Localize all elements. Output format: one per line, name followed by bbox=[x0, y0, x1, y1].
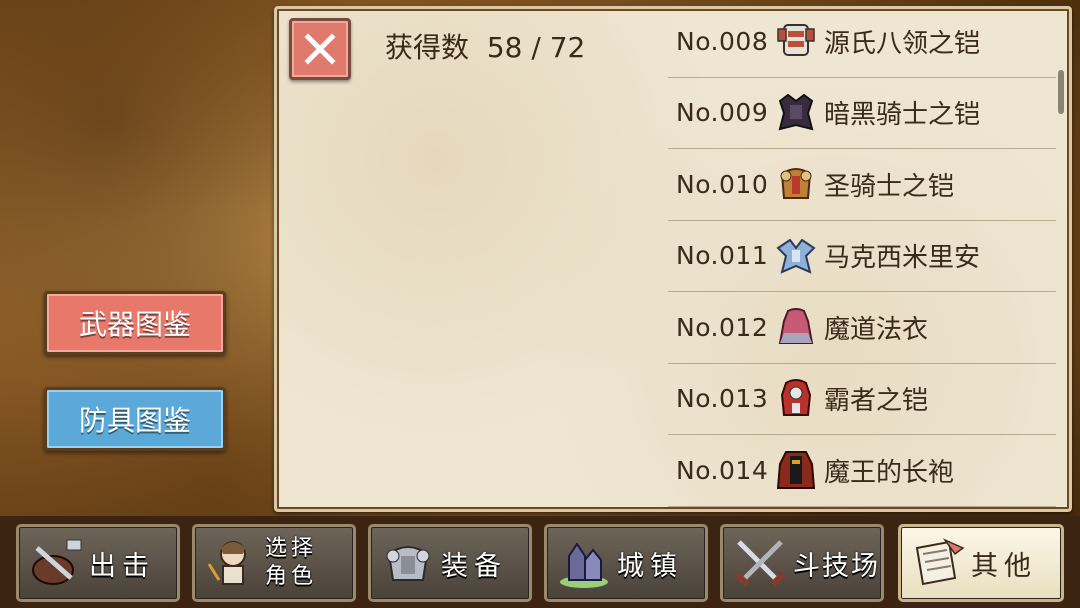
dark-knight-armor-icon bbox=[778, 93, 814, 131]
sortie-icon bbox=[32, 539, 82, 585]
list-item[interactable]: No.013 霸者之铠 bbox=[668, 364, 1056, 435]
acquired-count-label: 获得数 bbox=[385, 31, 470, 64]
character-icon bbox=[207, 541, 246, 585]
item-number: No.011 bbox=[676, 241, 769, 271]
close-button[interactable] bbox=[289, 18, 351, 80]
list-item[interactable]: No.012 魔道法衣 bbox=[668, 292, 1056, 364]
item-name: 霸者之铠 bbox=[824, 386, 929, 417]
item-number: No.010 bbox=[676, 169, 769, 199]
town-icon bbox=[560, 542, 608, 588]
nav-equipment[interactable]: 装备 bbox=[368, 524, 532, 602]
list-item[interactable]: No.014 魔王的长袍 bbox=[668, 435, 1056, 507]
item-number: No.008 bbox=[676, 26, 769, 56]
acquired-count-value: 58 / 72 bbox=[486, 31, 586, 64]
nav-sortie[interactable]: 出击 bbox=[16, 524, 180, 602]
magic-robe-icon bbox=[778, 308, 814, 345]
other-icon bbox=[915, 538, 965, 586]
equipment-icon bbox=[386, 546, 430, 581]
item-number: No.013 bbox=[676, 384, 769, 414]
item-name: 源氏八领之铠 bbox=[824, 28, 981, 59]
nav-label: 斗技场 bbox=[793, 550, 880, 582]
demon-king-robe-icon bbox=[776, 451, 816, 490]
weapon-catalog-button[interactable]: 武器图鉴 bbox=[44, 291, 226, 355]
list-item[interactable]: No.010 圣骑士之铠 bbox=[668, 149, 1056, 221]
item-number: No.009 bbox=[676, 98, 769, 128]
conqueror-armor-icon bbox=[780, 378, 812, 416]
nav-label: 出击 bbox=[89, 550, 155, 582]
nav-label-line2: 角色 bbox=[265, 564, 318, 589]
list-item[interactable]: No.008 源氏八领之铠 bbox=[668, 6, 1056, 78]
list-item[interactable]: No.009 暗黑骑士之铠 bbox=[668, 78, 1056, 149]
nav-other[interactable]: 其他 bbox=[898, 524, 1064, 602]
item-number: No.014 bbox=[676, 455, 769, 485]
nav-label-line1: 选择 bbox=[265, 536, 318, 561]
item-name: 马克西米里安 bbox=[824, 243, 981, 274]
nav-arena[interactable]: 斗技场 bbox=[720, 524, 884, 602]
item-name: 暗黑骑士之铠 bbox=[824, 100, 981, 131]
list-item[interactable]: No.011 马克西米里安 bbox=[668, 221, 1056, 292]
nav-label: 其他 bbox=[971, 550, 1037, 582]
list-scrollbar[interactable] bbox=[1058, 70, 1064, 114]
item-name: 魔王的长袍 bbox=[824, 457, 955, 488]
nav-character-select[interactable]: 选择 角色 bbox=[192, 524, 356, 602]
acquired-count: 获得数 58 / 72 bbox=[385, 26, 585, 66]
close-icon bbox=[304, 33, 336, 65]
arena-icon bbox=[734, 540, 786, 587]
item-number: No.012 bbox=[676, 312, 769, 342]
item-name: 魔道法衣 bbox=[824, 314, 929, 345]
nav-label: 城镇 bbox=[617, 550, 683, 582]
genji-armor-icon bbox=[777, 24, 815, 57]
nav-label: 装备 bbox=[441, 550, 507, 582]
nav-label: 选择 角色 bbox=[265, 535, 317, 591]
nav-town[interactable]: 城镇 bbox=[544, 524, 708, 602]
paladin-armor-icon bbox=[780, 168, 812, 200]
armor-list[interactable]: No.008 源氏八领之铠 No.009 暗黑骑士之铠 No.010 圣骑士之铠… bbox=[668, 6, 1056, 510]
item-name: 圣骑士之铠 bbox=[824, 171, 955, 202]
maximilian-armor-icon bbox=[776, 238, 816, 274]
armor-catalog-button[interactable]: 防具图鉴 bbox=[44, 387, 226, 451]
